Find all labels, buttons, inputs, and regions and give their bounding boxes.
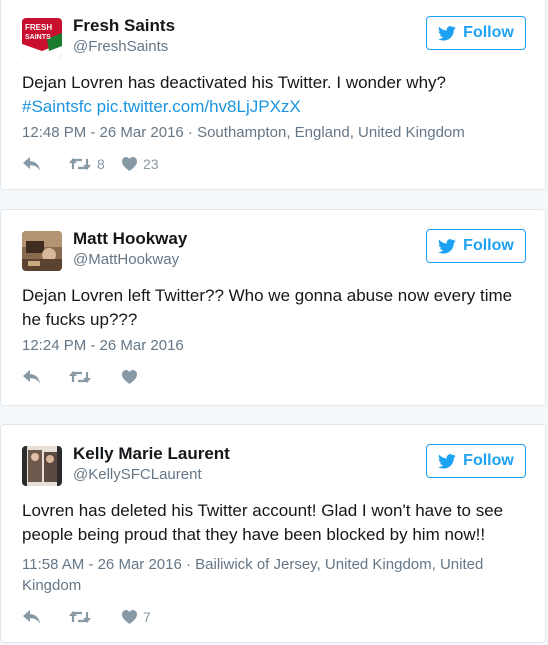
tweet-body: Dejan Lovren has deactivated his Twitter… xyxy=(22,73,446,92)
retweet-icon xyxy=(69,610,91,624)
tweet-timestamp[interactable]: 11:58 AM - 26 Mar 2016 · Bailiwick of Je… xyxy=(22,554,527,596)
user-handle[interactable]: @FreshSaints xyxy=(73,38,168,55)
reply-button[interactable] xyxy=(23,157,53,171)
like-button[interactable]: 23 xyxy=(122,156,159,172)
follow-label: Follow xyxy=(463,452,514,469)
heart-icon xyxy=(122,370,137,384)
tweet-timestamp[interactable]: 12:24 PM - 26 Mar 2016 xyxy=(22,335,527,356)
heart-icon xyxy=(122,157,137,171)
reply-icon xyxy=(23,610,41,624)
tweet-actions: 7 xyxy=(23,607,151,627)
hashtag-link[interactable]: #Saintsfc xyxy=(22,97,92,116)
follow-label: Follow xyxy=(463,24,514,41)
reply-icon xyxy=(23,157,41,171)
user-name[interactable]: Kelly Marie Laurent xyxy=(73,444,230,464)
svg-text:FRESH: FRESH xyxy=(25,23,52,32)
user-handle[interactable]: @MattHookway xyxy=(73,251,179,268)
user-name[interactable]: Matt Hookway xyxy=(73,229,187,249)
follow-button[interactable]: Follow xyxy=(426,444,526,478)
retweet-button[interactable]: 8 xyxy=(69,156,114,172)
user-name[interactable]: Fresh Saints xyxy=(73,16,175,36)
retweet-icon xyxy=(69,157,91,171)
tweet-text: Dejan Lovren has deactivated his Twitter… xyxy=(22,71,527,119)
reply-button[interactable] xyxy=(23,610,53,624)
follow-button[interactable]: Follow xyxy=(426,229,526,263)
retweet-button[interactable] xyxy=(69,610,114,624)
like-count: 7 xyxy=(143,609,151,625)
like-button[interactable] xyxy=(122,370,143,384)
svg-text:SAINTS: SAINTS xyxy=(25,34,51,41)
tweet-actions: 8 23 xyxy=(23,154,159,174)
avatar[interactable]: FRESH SAINTS xyxy=(22,18,62,58)
follow-label: Follow xyxy=(463,237,514,254)
retweet-button[interactable] xyxy=(69,370,114,384)
retweet-icon xyxy=(69,370,91,384)
tweet-card: Matt Hookway @MattHookway Follow Dejan L… xyxy=(0,209,546,406)
avatar[interactable] xyxy=(22,446,62,486)
avatar[interactable] xyxy=(22,231,62,271)
retweet-count: 8 xyxy=(97,156,105,172)
heart-icon xyxy=(122,610,137,624)
tweet-actions xyxy=(23,367,143,387)
twitter-bird-icon xyxy=(438,453,456,469)
tweet-card: Kelly Marie Laurent @KellySFCLaurent Fol… xyxy=(0,424,546,643)
tweet-timestamp[interactable]: 12:48 PM - 26 Mar 2016 · Southampton, En… xyxy=(22,122,527,143)
user-handle[interactable]: @KellySFCLaurent xyxy=(73,466,202,483)
tweet-text: Dejan Lovren left Twitter?? Who we gonna… xyxy=(22,286,513,329)
reply-icon xyxy=(23,370,41,384)
reply-button[interactable] xyxy=(23,370,53,384)
twitter-bird-icon xyxy=(438,25,456,41)
like-button[interactable]: 7 xyxy=(122,609,151,625)
tweet-card: FRESH SAINTS Fresh Saints @FreshSaints F… xyxy=(0,0,546,190)
like-count: 23 xyxy=(143,156,159,172)
follow-button[interactable]: Follow xyxy=(426,16,526,50)
tweet-text: Lovren has deleted his Twitter account! … xyxy=(22,501,504,544)
twitter-bird-icon xyxy=(438,238,456,254)
media-link[interactable]: pic.twitter.com/hv8LjJPXzX xyxy=(97,97,301,116)
